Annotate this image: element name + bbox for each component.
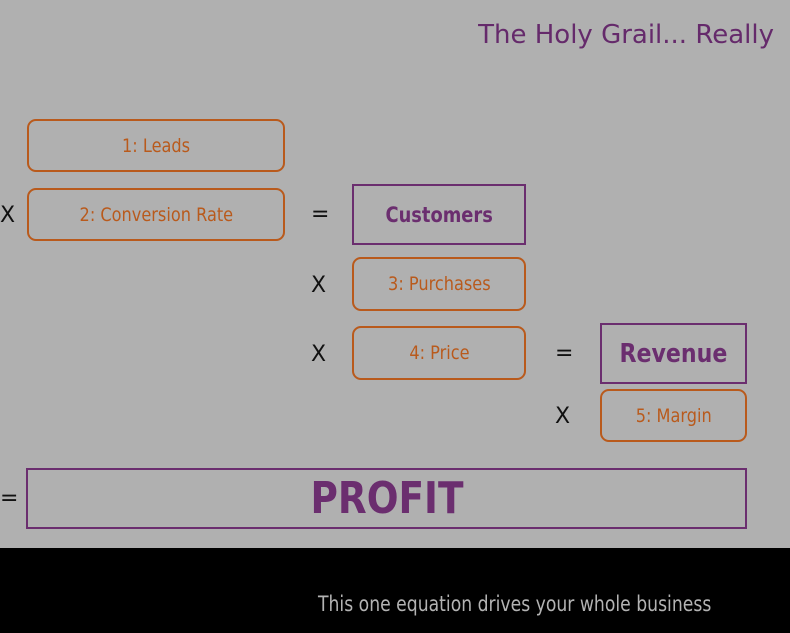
factor-leads-label: 1: Leads	[121, 134, 191, 157]
equals-operator: =	[0, 486, 19, 511]
factor-conversion-rate: 2: Conversion Rate	[27, 188, 285, 241]
factor-leads: 1: Leads	[27, 119, 285, 172]
multiply-operator: X	[555, 404, 571, 429]
multiply-operator: X	[311, 342, 327, 367]
result-revenue: Revenue	[600, 323, 747, 384]
factor-conversion-rate-label: 2: Conversion Rate	[79, 203, 233, 226]
equals-operator: =	[555, 341, 574, 366]
factor-margin: 5: Margin	[600, 389, 747, 442]
equals-operator: =	[311, 202, 330, 227]
slide: The Holy Grail... Really 1: Leads X 2: C…	[0, 0, 790, 548]
result-customers-label: Customers	[385, 202, 493, 227]
factor-purchases: 3: Purchases	[352, 257, 526, 311]
slide-title: The Holy Grail... Really	[478, 20, 774, 50]
factor-margin-label: 5: Margin	[635, 404, 712, 427]
result-revenue-label: Revenue	[619, 338, 728, 369]
caption-bar: This one equation drives your whole busi…	[0, 548, 790, 633]
result-profit-label: PROFIT	[309, 473, 463, 524]
result-profit: PROFIT	[26, 468, 747, 529]
factor-purchases-label: 3: Purchases	[387, 273, 491, 295]
result-customers: Customers	[352, 184, 526, 245]
caption-text: This one equation drives your whole busi…	[318, 592, 712, 616]
factor-price: 4: Price	[352, 326, 526, 380]
multiply-operator: X	[311, 273, 327, 298]
factor-price-label: 4: Price	[408, 342, 470, 364]
multiply-operator: X	[0, 203, 16, 228]
